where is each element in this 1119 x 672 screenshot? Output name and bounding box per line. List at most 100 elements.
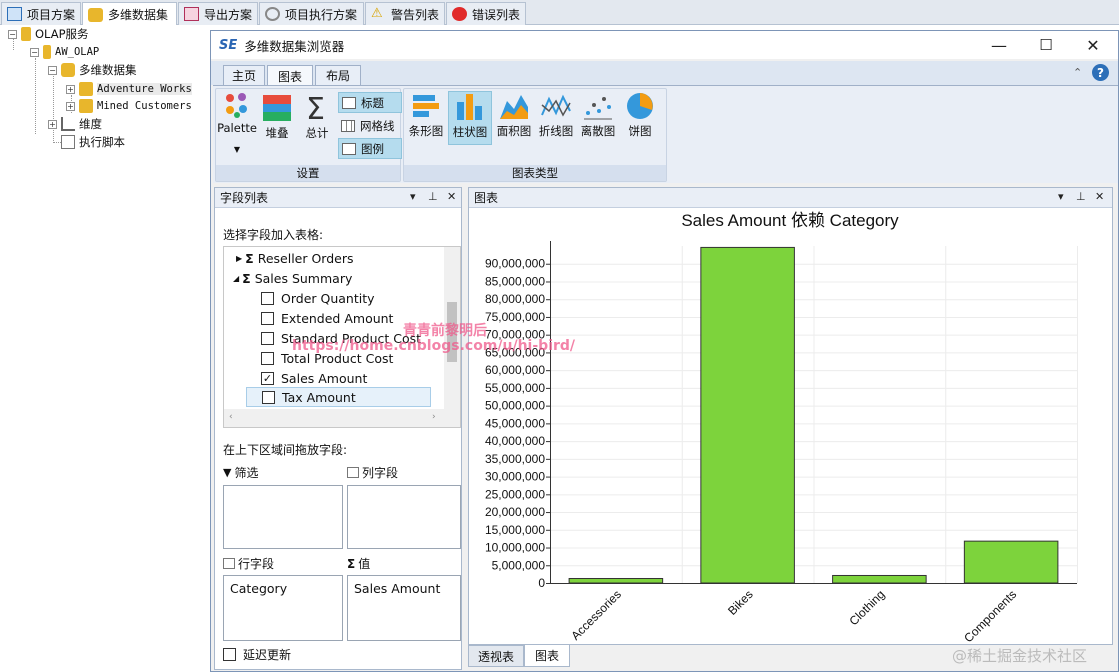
bar-chart-button[interactable]: 条形图 — [406, 91, 446, 141]
column-grid-icon — [347, 467, 359, 478]
expand-icon[interactable]: + — [66, 101, 75, 111]
checkbox[interactable] — [261, 291, 274, 305]
value-field-sales-amount[interactable]: Sales Amount — [354, 581, 440, 596]
filter-zone-label: ▼ 筛选 — [223, 466, 259, 480]
chart-title: Sales Amount 依赖 Category — [681, 211, 899, 230]
palette-icon — [226, 93, 247, 118]
maximize-button[interactable]: ☐ — [1023, 31, 1069, 59]
defer-update-option[interactable]: 延迟更新 — [223, 644, 291, 664]
chart-type-group: 条形图 柱状图 面积图 折线图 离散图 饼图 图表类型 — [403, 88, 667, 182]
column-chart-button[interactable]: 柱状图 — [448, 91, 492, 145]
pin-icon[interactable]: ⊥ — [428, 190, 438, 203]
sigma-icon: Σ — [245, 250, 254, 266]
pie-chart-button[interactable]: 饼图 — [620, 91, 660, 141]
pane-menu-icon[interactable]: ▾ — [1058, 190, 1064, 203]
checkbox[interactable] — [261, 311, 274, 325]
bar-chart-icon — [413, 95, 439, 117]
tab-project-plan[interactable]: 项目方案 — [1, 2, 81, 25]
title-toggle[interactable]: 标题 — [338, 92, 402, 113]
tab-home[interactable]: 主页 — [223, 65, 265, 85]
field-sales-amount[interactable]: ✓ Sales Amount — [261, 368, 367, 388]
dimension-icon — [61, 117, 75, 131]
x-tick-label: Components — [961, 587, 1019, 645]
tree-node-olap-service[interactable]: − OLAP服务 — [8, 26, 89, 42]
tree-node-script[interactable]: 执行脚本 — [61, 134, 125, 150]
field-list-pane: 字段列表 ▾ ⊥ ✕ 选择字段加入表格: ▶ Σ Reseller Orders ◢… — [214, 187, 462, 670]
stack-button[interactable]: 堆叠 — [258, 91, 296, 151]
gridlines-toggle[interactable]: 网格线 — [338, 115, 402, 136]
checkbox[interactable] — [261, 351, 274, 365]
tree-node-mined-customers[interactable]: + Mined Customers — [66, 98, 192, 114]
sigma-icon: Σ — [242, 270, 251, 286]
close-button[interactable]: ✕ — [1070, 31, 1116, 59]
field-tax-amount[interactable]: Tax Amount — [246, 387, 431, 407]
pie-chart-icon — [627, 93, 653, 119]
tab-pivot-table[interactable]: 透视表 — [468, 645, 524, 667]
checkbox-checked[interactable]: ✓ — [261, 371, 274, 385]
y-tick-label: 10,000,000 — [485, 541, 545, 555]
row-drop-zone[interactable]: Category — [223, 575, 343, 641]
tab-errors[interactable]: 错误列表 — [446, 2, 526, 25]
bar-bikes — [700, 246, 795, 584]
tab-cube[interactable]: 多维数据集 — [82, 2, 177, 26]
value-drop-zone[interactable]: Sales Amount — [347, 575, 461, 641]
palette-button[interactable]: Palette ▼ — [217, 91, 257, 163]
collapse-icon[interactable]: − — [8, 29, 17, 39]
filter-drop-zone[interactable] — [223, 485, 343, 549]
column-drop-zone[interactable] — [347, 485, 461, 549]
y-tick-label: 0 — [538, 576, 545, 590]
expand-icon[interactable]: + — [66, 84, 75, 94]
tab-export-plan[interactable]: 导出方案 — [178, 2, 258, 25]
pin-icon[interactable]: ⊥ — [1076, 190, 1086, 203]
scatter-chart-button[interactable]: 离散图 — [578, 91, 618, 141]
tree-node-dimensions[interactable]: + 维度 — [48, 116, 102, 132]
field-order-quantity[interactable]: Order Quantity — [261, 288, 375, 308]
tab-warnings[interactable]: ⚠ 警告列表 — [365, 2, 445, 25]
checkbox[interactable] — [261, 331, 274, 345]
collapse-ribbon-icon[interactable]: ⌃ — [1073, 66, 1082, 79]
cubes-icon — [88, 7, 103, 22]
y-tick-label: 5,000,000 — [492, 558, 546, 572]
chart-pane: 图表 ▾ ⊥ ✕ Sales Amount 依赖 Category 0 5,000,… — [468, 187, 1113, 645]
total-button[interactable]: Σ 总计 — [298, 91, 336, 151]
pane-close-icon[interactable]: ✕ — [447, 190, 456, 203]
checkbox[interactable] — [223, 647, 236, 661]
window-icon — [7, 7, 22, 21]
x-tick-label: Accessories — [568, 587, 624, 643]
field-extended-amount[interactable]: Extended Amount — [261, 308, 393, 328]
y-tick-label: 15,000,000 — [485, 523, 545, 537]
tab-chart-view[interactable]: 图表 — [524, 645, 570, 667]
pane-close-icon[interactable]: ✕ — [1095, 190, 1104, 203]
row-zone-label: 行字段 — [223, 555, 274, 572]
app-logo: SE — [219, 37, 238, 53]
pane-menu-icon[interactable]: ▾ — [410, 190, 416, 203]
expand-icon[interactable]: + — [48, 119, 57, 129]
tree-node-adventure-works[interactable]: + Adventure Works — [66, 81, 192, 97]
table-icon — [184, 7, 199, 21]
field-group-sales-summary[interactable]: ◢ Σ Sales Summary — [233, 268, 352, 288]
legend-icon — [342, 142, 356, 155]
tab-execution-plan[interactable]: 项目执行方案 — [259, 2, 364, 25]
checkbox[interactable] — [262, 390, 275, 404]
svg-text:Σ: Σ — [306, 92, 325, 123]
horizontal-scrollbar[interactable]: ‹ › — [224, 409, 460, 427]
collapse-icon[interactable]: − — [48, 65, 57, 75]
tab-chart[interactable]: 图表 — [267, 65, 313, 86]
collapse-icon[interactable]: − — [30, 47, 39, 57]
watermark-url: https://home.cnblogs.com/u/hi-bird/ — [292, 338, 576, 354]
field-list-header: 字段列表 ▾ ⊥ ✕ — [215, 188, 461, 208]
area-chart-button[interactable]: 面积图 — [494, 91, 534, 141]
row-field-category[interactable]: Category — [230, 581, 287, 596]
legend-toggle[interactable]: 图例 — [338, 138, 402, 159]
column-chart-icon — [457, 94, 482, 120]
line-chart-button[interactable]: 折线图 — [536, 91, 576, 141]
tree-node-aw-olap[interactable]: − AW_OLAP — [30, 44, 99, 60]
chart-type-group-label: 图表类型 — [404, 165, 666, 181]
field-group-reseller-orders[interactable]: ▶ Σ Reseller Orders — [236, 248, 354, 268]
tree-node-cubes[interactable]: − 多维数据集 — [48, 62, 137, 78]
y-tick-label: 30,000,000 — [485, 470, 545, 484]
tab-layout[interactable]: 布局 — [315, 65, 361, 85]
value-zone-label: Σ值 — [347, 556, 371, 572]
help-icon[interactable]: ? — [1092, 64, 1109, 81]
minimize-button[interactable]: — — [976, 31, 1022, 59]
